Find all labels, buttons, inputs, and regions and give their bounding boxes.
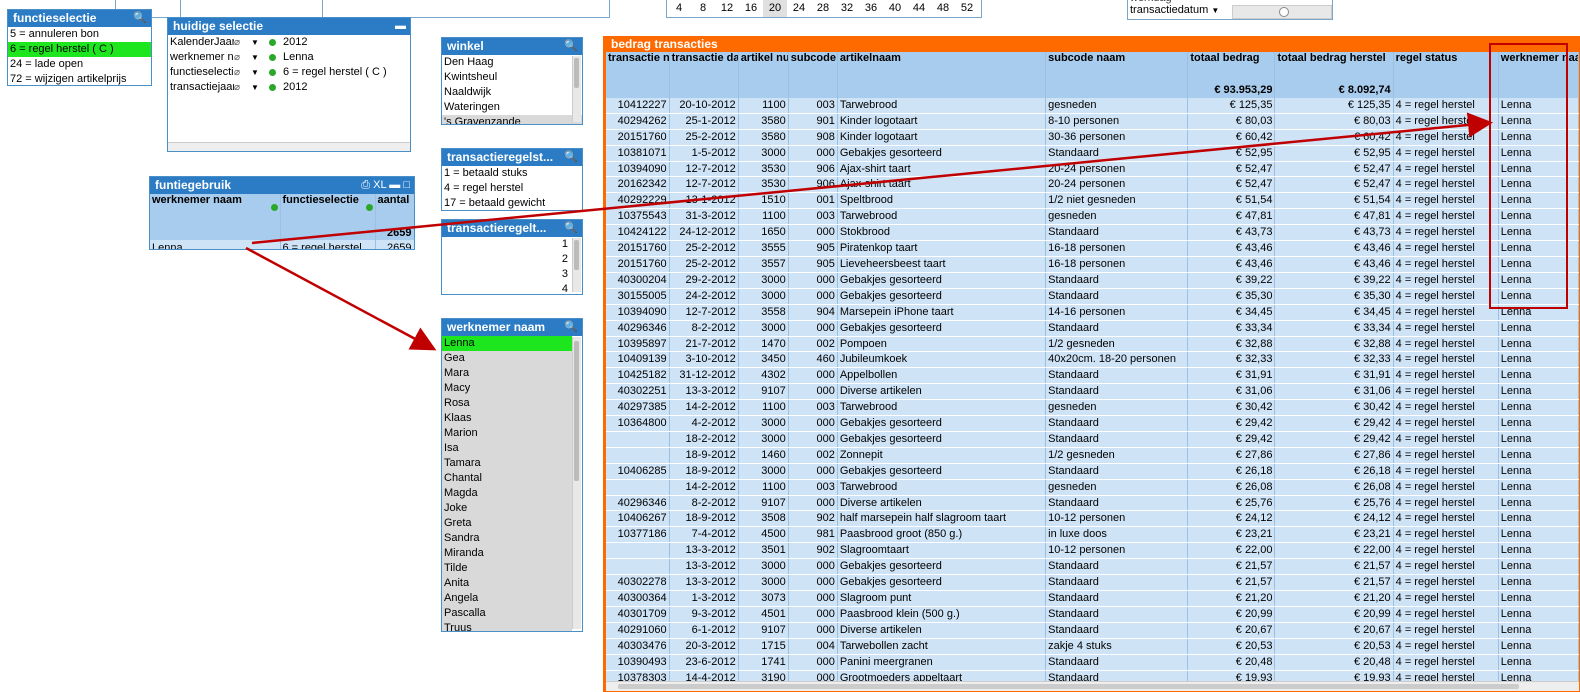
highlight-rectangle	[1489, 43, 1568, 309]
annotation-overlay	[245, 43, 1568, 351]
annotation-arrow-to-listbox	[245, 246, 437, 351]
annotation-arrow-to-column	[251, 112, 1493, 245]
